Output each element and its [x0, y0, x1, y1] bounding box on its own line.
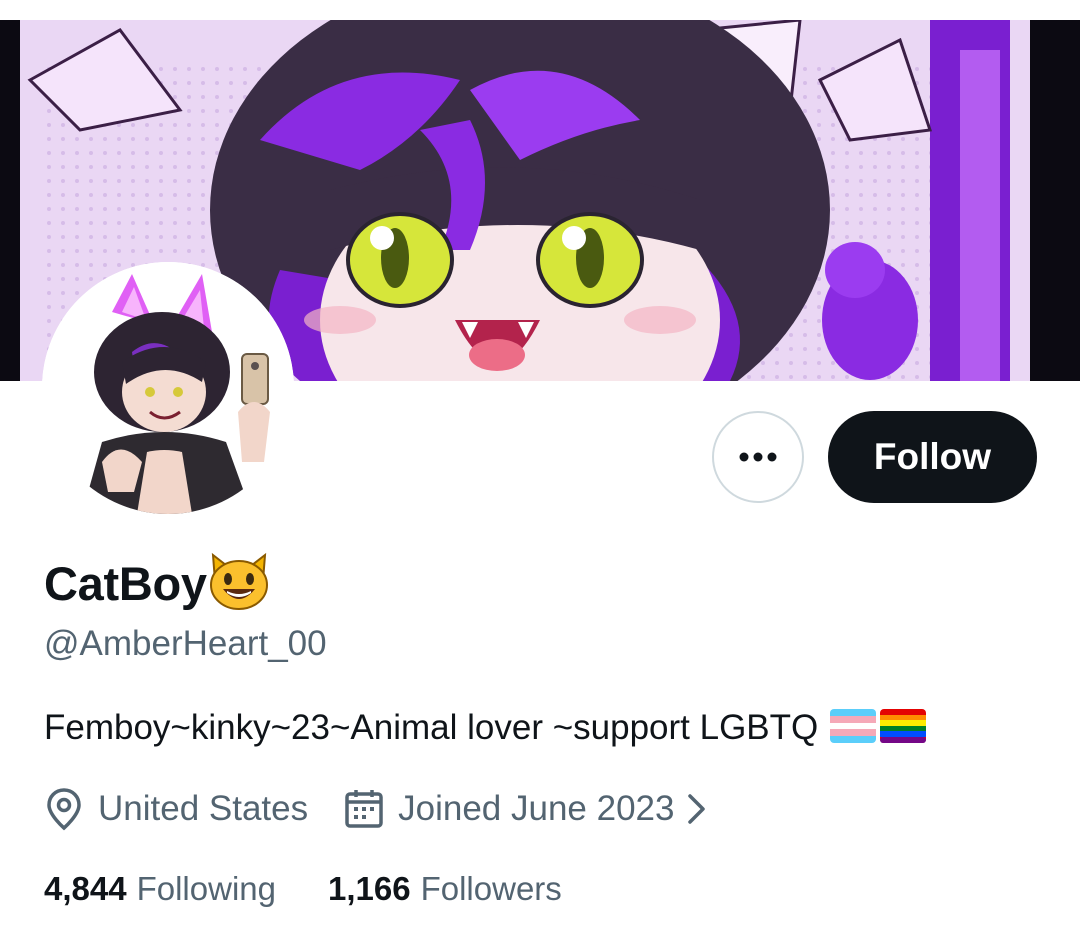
transgender-flag-icon	[830, 708, 877, 748]
display-name: CatBoy	[44, 556, 207, 610]
location-text: United States	[98, 789, 309, 828]
display-name-row: CatBoy	[44, 548, 271, 618]
profile-avatar[interactable]	[42, 262, 294, 514]
joined-text: Joined June 2023	[398, 789, 675, 828]
following-stat[interactable]: 4,844 Following	[44, 870, 276, 908]
joined-date-item[interactable]: Joined June 2023	[344, 788, 708, 830]
calendar-icon	[345, 790, 383, 828]
more-options-button[interactable]	[712, 411, 804, 503]
follow-stats-row: 4,844 Following 1,166 Followers	[44, 864, 562, 914]
followers-count: 1,166	[328, 870, 411, 907]
chevron-right-icon	[688, 794, 706, 824]
location-item: United States	[44, 787, 308, 831]
following-label: Following	[136, 870, 276, 907]
followers-label: Followers	[420, 870, 562, 907]
following-count: 4,844	[44, 870, 127, 907]
smiling-cat-emoji-icon	[207, 551, 271, 616]
user-handle: @AmberHeart_00	[44, 624, 327, 663]
more-dots-icon	[739, 452, 777, 462]
profile-page: Follow CatBoy @AmberHeart_00 Femboy~kink…	[0, 0, 1080, 936]
follow-button-label: Follow	[873, 436, 992, 477]
rainbow-flag-icon	[880, 708, 927, 748]
bio-text: Femboy~kinky~23~Animal lover ~support LG…	[44, 708, 819, 747]
followers-stat[interactable]: 1,166 Followers	[328, 870, 562, 908]
follow-button[interactable]: Follow	[828, 411, 1037, 503]
location-pin-icon	[47, 788, 81, 831]
profile-meta-row: United States Joined June 2023	[44, 784, 708, 834]
bio-row: Femboy~kinky~23~Animal lover ~support LG…	[44, 704, 927, 752]
